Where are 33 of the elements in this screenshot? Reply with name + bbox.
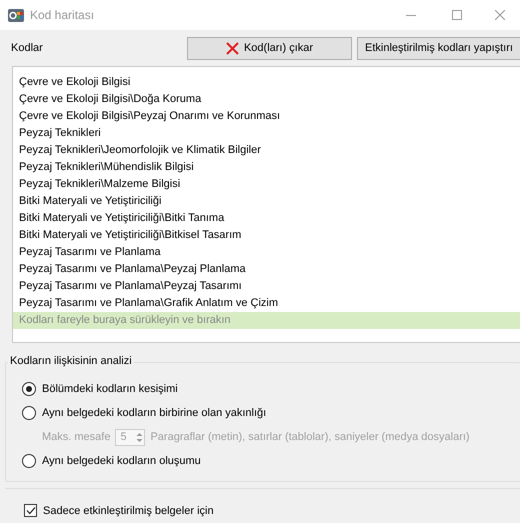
distance-label: Maks. mesafe	[42, 431, 110, 443]
codes-label: Kodlar	[11, 42, 44, 54]
code-item[interactable]: Çevre ve Ekoloji Bilgisi\Doğa Koruma	[13, 91, 520, 108]
paste-codes-button[interactable]: Etkinleştirilmiş kodları yapıştırı	[357, 36, 520, 60]
code-item[interactable]: Peyzaj Tasarımı ve Planlama	[13, 244, 520, 261]
close-icon	[495, 10, 505, 20]
checkbox-label[interactable]: Sadece etkinleştirilmiş belgeler için	[43, 504, 214, 516]
checkbox[interactable]	[24, 504, 37, 517]
code-item[interactable]: Bitki Materyali ve Yetiştiriciliği	[13, 193, 520, 210]
remove-icon	[226, 42, 239, 54]
maximize-icon	[452, 10, 462, 20]
code-item[interactable]: Peyzaj Teknikleri\Mühendislik Bilgisi	[13, 159, 520, 176]
code-item[interactable]: Bitki Materyali ve Yetiştiriciliği\Bitki Tanıma	[13, 210, 520, 227]
code-item[interactable]: Çevre ve Ekoloji Bilgisi\Peyzaj Onarımı ve Korunması	[13, 108, 520, 125]
code-item[interactable]: Peyzaj Teknikleri	[13, 125, 520, 142]
code-item[interactable]: Peyzaj Teknikleri\Jeomorfolojik ve Klimatik Bilgiler	[13, 142, 520, 159]
app-icon	[8, 8, 24, 22]
radio-button[interactable]	[22, 454, 36, 468]
radio-button[interactable]	[22, 382, 36, 396]
remove-codes-button[interactable]: Kod(ları) çıkar	[187, 36, 352, 60]
code-item[interactable]: Bitki Materyali ve Yetiştiriciliği\Bitkisel Tasarım	[13, 227, 520, 244]
code-item[interactable]: Peyzaj Tasarımı ve Planlama\Peyzaj Tasarımı	[13, 278, 520, 295]
option-label[interactable]: Aynı belgedeki kodların oluşumu	[42, 455, 201, 467]
group-title: Kodların ilişkisinin analizi	[8, 355, 134, 367]
code-item[interactable]: Peyzaj Tasarımı ve Planlama\Peyzaj Planlama	[13, 261, 520, 278]
code-item[interactable]: Peyzaj Teknikleri\Malzeme Bilgisi	[13, 176, 520, 193]
code-item[interactable]: Çevre ve Ekoloji Bilgisi	[13, 74, 520, 91]
window-title: Kod haritası	[30, 8, 96, 22]
code-item[interactable]: Peyzaj Tasarımı ve Planlama\Grafik Anlatım ve Çizim	[13, 295, 520, 312]
distance-unit: Paragraflar (metin), satırlar (tablolar), saniyeler (medya dosyaları)	[150, 431, 470, 443]
option-label[interactable]: Aynı belgedeki kodların birbirine olan yakınlığı	[42, 407, 266, 419]
option-label[interactable]: Bölümdeki kodların kesişimi	[42, 383, 178, 395]
radio-button[interactable]	[22, 406, 36, 420]
